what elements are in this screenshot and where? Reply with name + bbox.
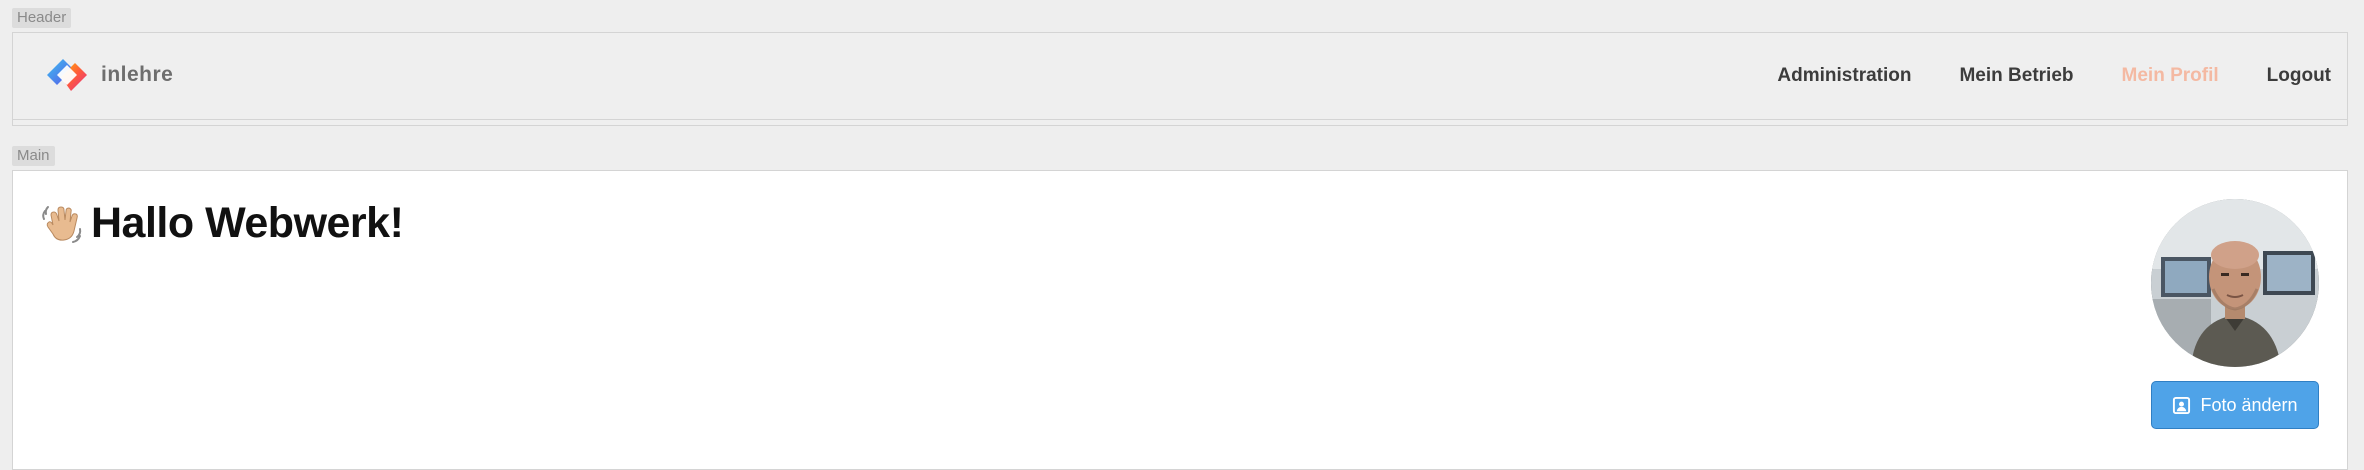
greeting-text: Hallo Webwerk!	[91, 199, 404, 247]
main-section-tag: Main	[12, 146, 55, 166]
main-content: Hallo Webwerk! Foto ändern	[12, 170, 2348, 470]
nav-administration[interactable]: Administration	[1777, 65, 1911, 87]
profile-photo	[2151, 199, 2319, 367]
change-photo-button[interactable]: Foto ändern	[2151, 381, 2319, 429]
nav-mein-betrieb[interactable]: Mein Betrieb	[1959, 65, 2073, 87]
header-container: inlehre Administration Mein Betrieb Mein…	[12, 32, 2348, 126]
nav-mein-profil[interactable]: Mein Profil	[2122, 65, 2219, 87]
header-bar: inlehre Administration Mein Betrieb Mein…	[13, 33, 2347, 120]
inlehre-logo-icon	[47, 59, 87, 91]
header-section-tag: Header	[12, 8, 72, 28]
nav-logout[interactable]: Logout	[2267, 65, 2331, 87]
change-photo-label: Foto ändern	[2200, 394, 2298, 415]
main-navigation: Administration Mein Betrieb Mein Profil …	[1777, 33, 2331, 119]
portrait-icon	[2173, 396, 2191, 414]
waving-hand-icon	[42, 205, 82, 243]
page-title: Hallo Webwerk!	[39, 199, 404, 248]
avatar[interactable]	[2151, 199, 2319, 367]
brand-logo[interactable]: inlehre	[43, 55, 173, 95]
brand-name: inlehre	[101, 63, 174, 86]
